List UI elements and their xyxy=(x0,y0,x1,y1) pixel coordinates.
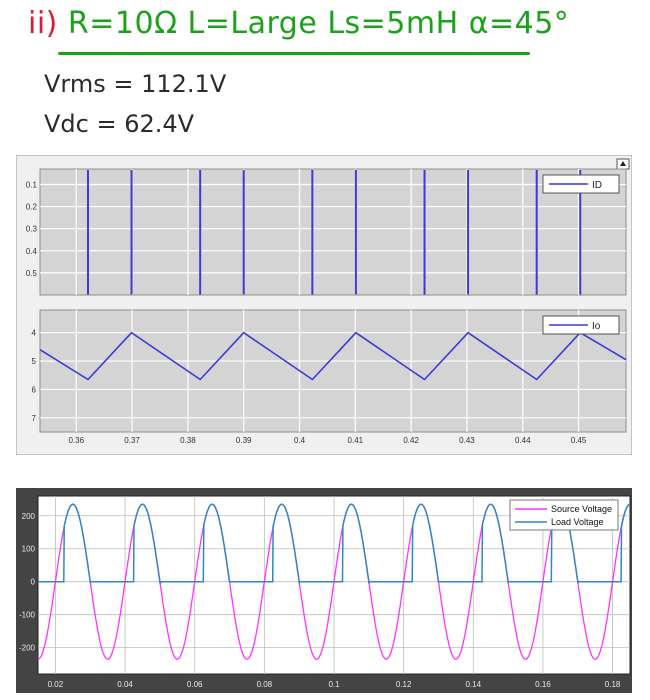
voltage-y-tick-label: -100 xyxy=(19,611,36,620)
io-y-tick-label: 4 xyxy=(32,329,37,338)
io-x-tick-label: 0.36 xyxy=(68,436,84,445)
io-x-tick-label: 0.38 xyxy=(180,436,196,445)
io-x-tick-label: 0.39 xyxy=(236,436,252,445)
id-legend-label: ID xyxy=(592,180,602,191)
scope-voltage-chart: -200 -100 0 100 200 0.02 0.04 0.06 0.08 0.1 0.12 0… xyxy=(16,488,632,693)
vrms-note: Vrms = 112.1V xyxy=(44,70,227,98)
io-y-tick-label: 7 xyxy=(32,414,37,423)
voltage-y-tick-label: 0 xyxy=(31,578,36,587)
id-plot-area xyxy=(39,168,627,296)
voltage-x-tick-label: 0.02 xyxy=(48,680,64,689)
voltage-x-tick-label: 0.12 xyxy=(396,680,412,689)
io-y-tick-label: 6 xyxy=(32,385,37,394)
voltage-x-tick-label: 0.14 xyxy=(466,680,482,689)
scope-current-chart: 0.5 0.4 0.3 0.2 0.1 ID 7 6 5 4 0.36 0.37 0.38 0.39… xyxy=(16,155,632,455)
notes-title-index: ii) xyxy=(28,6,58,41)
voltage-x-tick-label: 0.08 xyxy=(257,680,273,689)
voltage-x-tick-label: 0.1 xyxy=(328,680,340,689)
notes-title-params: R=10Ω L=Large Ls=5mH α=45° xyxy=(67,6,570,41)
voltage-legend: Source Voltage Load Voltage xyxy=(509,499,619,531)
io-legend: Io xyxy=(542,315,620,335)
vdc-note: Vdc = 62.4V xyxy=(44,110,195,138)
voltage-y-tick-label: 100 xyxy=(22,545,36,554)
io-x-tick-label: 0.42 xyxy=(403,436,419,445)
notes-title: ii) R=10Ω L=Large Ls=5mH α=45° xyxy=(28,6,569,41)
id-y-tick-label: 0.1 xyxy=(26,180,38,189)
id-panel: 0.5 0.4 0.3 0.2 0.1 ID xyxy=(26,168,627,296)
io-x-tick-label: 0.45 xyxy=(571,436,587,445)
io-y-tick-label: 5 xyxy=(32,357,37,366)
io-x-tick-label: 0.37 xyxy=(124,436,140,445)
io-legend-label: Io xyxy=(592,321,601,332)
id-y-tick-label: 0.2 xyxy=(26,203,38,212)
io-panel: 7 6 5 4 0.36 0.37 0.38 0.39 0.4 0.41 0.42 0.43 0.44… xyxy=(32,309,627,445)
io-x-tick-label: 0.4 xyxy=(294,436,306,445)
voltage-x-tick-label: 0.06 xyxy=(187,680,203,689)
voltage-x-tick-label: 0.18 xyxy=(605,680,621,689)
io-x-tick-label: 0.41 xyxy=(348,436,364,445)
voltage-y-tick-label: -200 xyxy=(19,644,36,653)
source-legend-label: Source Voltage xyxy=(551,504,612,514)
load-legend-label: Load Voltage xyxy=(551,517,604,527)
id-y-tick-label: 0.3 xyxy=(26,225,38,234)
title-underline xyxy=(58,52,530,55)
voltage-x-tick-label: 0.16 xyxy=(535,680,551,689)
id-y-tick-label: 0.4 xyxy=(26,247,38,256)
id-legend: ID xyxy=(542,174,620,194)
io-x-tick-label: 0.44 xyxy=(515,436,531,445)
io-plot-area xyxy=(39,309,627,433)
id-y-tick-label: 0.5 xyxy=(26,269,38,278)
voltage-y-tick-label: 200 xyxy=(22,512,36,521)
voltage-x-tick-label: 0.04 xyxy=(117,680,133,689)
io-x-tick-label: 0.43 xyxy=(459,436,475,445)
